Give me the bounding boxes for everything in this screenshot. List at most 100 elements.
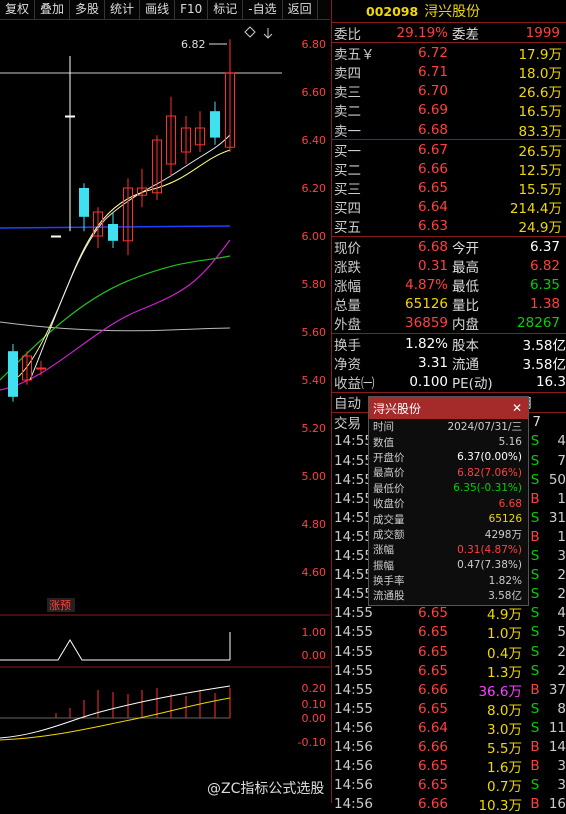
bid-price: 6.66 (417, 160, 448, 177)
tick-count: 14 (548, 738, 566, 755)
kline-chart[interactable]: 6.80 6.60 6.40 6.20 6.00 5.80 5.60 5.40 5.20 5.00… (0, 20, 330, 803)
tick-direction: S (530, 700, 540, 717)
popup-key: 成交额 (373, 528, 405, 541)
tick-count: 37 (548, 681, 566, 698)
bid-volume: 15.5万 (518, 182, 562, 199)
tick-price: 6.65 (417, 605, 448, 622)
stat-value: 1.82% (405, 335, 448, 352)
ask-label: 卖一 (334, 123, 361, 140)
ask-label: 卖三 (334, 85, 361, 102)
tick-price: 6.65 (417, 624, 448, 641)
price-tick-label: 4.80 (302, 518, 327, 531)
stat-row: 外盘 36859 内盘 28267 (332, 314, 566, 333)
ask-row: 卖一 6.68 83.3万 (332, 120, 566, 140)
ask-price: 6.72 (417, 44, 448, 61)
stat-value: 3.31 (417, 354, 448, 371)
bid-book: 买一 6.67 26.5万 买二 6.66 12.5万 买三 6.65 15.5万 买四 6.64 2… (332, 140, 566, 238)
popup-row: 振幅 0.47(7.38%) (369, 558, 528, 573)
stat-label: 换手 (334, 337, 361, 354)
tick-direction: S (530, 605, 540, 622)
toolbar-button-5[interactable]: F10 (175, 0, 209, 19)
indicator-tick-label: 1.00 (302, 626, 327, 639)
stat-label: 涨跌 (334, 259, 361, 276)
tick-time: 14:55 (334, 624, 373, 641)
toolbar-button-7[interactable]: -自选 (243, 0, 283, 19)
tick-count: 2 (557, 643, 566, 660)
trade-tick-row: 14:55 6.65 8.0万 S 8 (332, 699, 566, 719)
tick-count: 3 (557, 548, 566, 565)
toolbar-button-8[interactable]: 返回 (283, 0, 318, 19)
toolbar-button-3[interactable]: 统计 (105, 0, 141, 19)
indicator-tick-label: 0.20 (302, 682, 327, 695)
ask-volume: 16.5万 (518, 104, 562, 121)
stat-value: 3.58亿 (522, 356, 566, 373)
diamond-icon[interactable] (244, 26, 256, 38)
ask-volume: 17.9万 (518, 46, 562, 63)
ask-label: 卖五￥ (334, 46, 375, 63)
chart-toolbar: 复权 叠加 多股 统计 画线 F10 标记 -自选 返回 (0, 0, 330, 20)
tick-volume: 1.3万 (487, 664, 522, 681)
stat-label: 内盘 (452, 317, 479, 334)
high-marker-label: 6.82 (181, 38, 206, 51)
stat-value: 6.35 (529, 277, 560, 294)
tick-time: 14:56 (334, 796, 373, 813)
tick-direction: B (530, 681, 540, 698)
ask-row: 卖五￥ 6.72 17.9万 (332, 43, 566, 63)
tick-price: 6.65 (417, 758, 448, 775)
toolbar-button-0[interactable]: 复权 (0, 0, 36, 19)
stat-label: 今开 (452, 240, 479, 257)
tick-direction: S (530, 719, 540, 736)
tick-price: 6.65 (417, 643, 448, 660)
stat-label: 最低 (452, 279, 479, 296)
tick-time: 14:55 (334, 586, 373, 603)
toolbar-button-1[interactable]: 叠加 (35, 0, 71, 19)
tick-price: 6.65 (417, 777, 448, 794)
stat-label: 净资 (334, 356, 361, 373)
tick-price: 6.65 (417, 700, 448, 717)
price-tick-label: 5.20 (302, 422, 327, 435)
ma-line-magenta (0, 239, 231, 391)
stat-row: 涨跌 0.31 最高 6.82 (332, 256, 566, 276)
toolbar-button-6[interactable]: 标记 (208, 0, 244, 19)
tick-count: 3 (557, 758, 566, 775)
popup-row: 数值 5.16 (369, 434, 528, 449)
popup-value: 6.82(7.06%) (457, 466, 522, 479)
bid-row: 买五 6.63 24.9万 (332, 217, 566, 236)
ma-line-white (29, 134, 231, 381)
trade-tick-row: 14:56 6.65 1.6万 B 3 (332, 757, 566, 776)
price-tick-label: 5.40 (302, 374, 327, 387)
indicator-tick-label: 0.00 (302, 712, 327, 725)
stat-value: 6.82 (529, 257, 560, 274)
toolbar-button-4[interactable]: 画线 (140, 0, 176, 19)
stat-value: 1.38 (529, 296, 560, 313)
stat-label: 收益㈠ (334, 375, 375, 392)
tick-direction: B (530, 758, 540, 775)
tick-count: 5 (557, 624, 566, 641)
popup-key: 振幅 (373, 559, 394, 572)
stat-label: 流通 (452, 356, 479, 373)
popup-value: 0.31(4.87%) (457, 543, 522, 556)
trade-tick-row: 14:56 6.66 5.5万 B 14 (332, 737, 566, 757)
tick-volume: 36.6万 (478, 683, 522, 700)
close-icon[interactable]: ✕ (512, 401, 522, 415)
price-tick-label: 6.60 (302, 86, 327, 99)
stat-label: 总量 (334, 298, 361, 315)
popup-value: 2024/07/31/三 (447, 421, 522, 434)
candle-body (65, 115, 75, 118)
auto-label[interactable]: 自动 (332, 392, 368, 412)
arrow-down-icon[interactable] (263, 28, 273, 39)
ask-price: 6.71 (417, 63, 448, 80)
stat-value: 28267 (517, 315, 560, 332)
data-popup[interactable]: 浔兴股份 ✕ 时间 2024/07/31/三 数值 5.16 开盘价 6.37(0.00%… (368, 396, 529, 606)
tick-volume: 1.6万 (487, 760, 522, 777)
stock-name[interactable]: 浔兴股份 (424, 1, 480, 21)
popup-row: 时间 2024/07/31/三 (369, 419, 528, 434)
candle-body (108, 224, 118, 241)
stat-value: 0.100 (409, 373, 448, 390)
tick-count: 11 (548, 719, 566, 736)
tick-direction: B (530, 738, 540, 755)
trade-label: 交易 (334, 416, 361, 433)
stat-value: 65126 (405, 296, 448, 313)
toolbar-button-2[interactable]: 多股 (70, 0, 106, 19)
popup-value: 6.37(0.00%) (457, 451, 522, 464)
